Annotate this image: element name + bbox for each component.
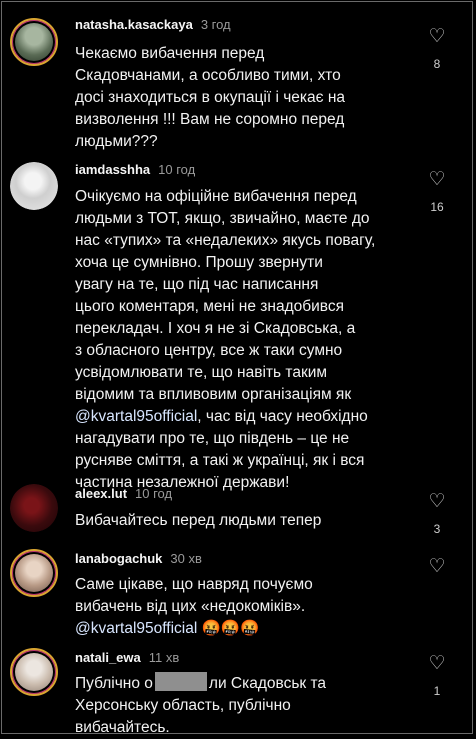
like-count: 1 [433,684,441,698]
like-count: 16 [430,200,444,214]
avatar[interactable] [10,162,58,210]
mention-link[interactable]: @kvartal95official [75,620,197,637]
like-control[interactable]: ♡ 8 [424,27,450,72]
username[interactable]: iamdasshha [75,162,150,177]
heart-outline-icon[interactable]: ♡ [424,170,450,190]
like-count: 8 [433,57,441,71]
username[interactable]: natasha.kasackaya [75,17,193,32]
username[interactable]: aleex.lut [75,486,127,501]
heart-outline-icon[interactable]: ♡ [424,27,450,47]
heart-outline-icon[interactable]: ♡ [424,492,450,512]
avatar[interactable] [10,484,58,532]
timestamp: 10 год [158,162,196,177]
emoji: 🤬🤬🤬 [197,620,260,637]
heart-outline-icon[interactable]: ♡ [424,654,450,674]
like-control[interactable]: ♡ [424,557,450,577]
comment-text: Очікуємо на офіційне вибачення перед люд… [75,186,415,494]
like-count: 3 [433,522,441,536]
avatar[interactable] [10,18,58,66]
heart-outline-icon[interactable]: ♡ [424,557,450,577]
comment-meta: natasha.kasackaya 3 год [75,17,231,32]
like-control[interactable]: ♡ 3 [424,492,450,537]
comment-meta: iamdasshha 10 год [75,162,195,177]
comment-text-part: Публічно о [75,675,153,692]
comment-text: Саме цікаве, що навряд почуємо вибачень … [75,574,415,640]
comment-text-part: Очікуємо на офіційне вибачення перед люд… [75,188,376,403]
mention-link[interactable]: @kvartal95official [75,408,197,425]
avatar[interactable] [10,549,58,597]
username[interactable]: natali_ewa [75,650,141,665]
like-control[interactable]: ♡ 16 [424,170,450,215]
timestamp: 30 хв [170,551,202,566]
comment-meta: lanabogachuk 30 хв [75,551,202,566]
comment-meta: aleex.lut 10 год [75,486,172,501]
timestamp: 10 год [135,486,173,501]
timestamp: 11 хв [148,650,180,665]
comment-text: Чекаємо вибачення перед Скадовчанами, а … [75,45,346,150]
comment-text: Вибачайтесь перед людьми тепер [75,512,322,529]
comment-meta: natali_ewa 11 хв [75,650,179,665]
comment-text-part: Саме цікаве, що навряд почуємо вибачень … [75,576,313,615]
like-control[interactable]: ♡ 1 [424,654,450,699]
username[interactable]: lanabogachuk [75,551,162,566]
comment-text: Публічно о ли Скадовськ та Херсонську обл… [75,672,415,739]
timestamp: 3 год [200,17,231,32]
redaction-box [154,672,207,691]
avatar[interactable] [10,648,58,696]
